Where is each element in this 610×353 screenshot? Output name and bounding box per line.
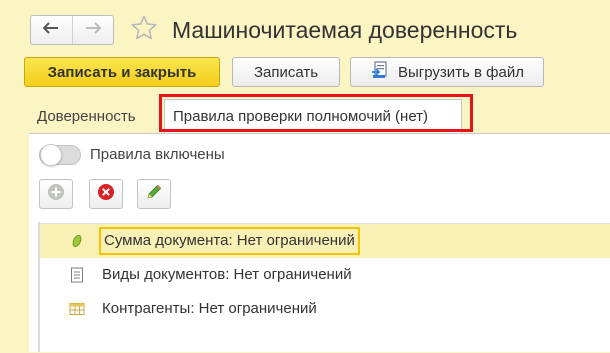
- rules-enabled-toggle[interactable]: [39, 144, 81, 166]
- list-item-label: Виды документов: Нет ограничений: [102, 266, 352, 283]
- navigation-buttons: [30, 15, 114, 45]
- export-to-file-button[interactable]: Выгрузить в файл: [350, 57, 544, 87]
- list-scroll-indicator: [38, 222, 40, 352]
- list-item[interactable]: Сумма документа: Нет ограничений: [39, 224, 610, 258]
- delete-rule-button[interactable]: [89, 179, 123, 209]
- list-item-label: Контрагенты: Нет ограничений: [102, 300, 317, 317]
- edit-rule-button[interactable]: [137, 179, 171, 209]
- save-and-close-button[interactable]: Записать и закрыть: [24, 57, 220, 87]
- coin-icon: [69, 233, 85, 249]
- rules-enabled-label: Правила включены: [90, 146, 225, 163]
- export-button-label: Выгрузить в файл: [398, 63, 524, 81]
- back-button[interactable]: [31, 16, 72, 44]
- star-icon: [130, 14, 158, 47]
- favorite-button[interactable]: [128, 14, 160, 46]
- forward-button[interactable]: [71, 16, 113, 44]
- arrow-right-icon: [85, 21, 102, 39]
- delete-icon: [97, 183, 115, 206]
- plus-circle-icon: [47, 183, 65, 206]
- save-button[interactable]: Записать: [232, 57, 340, 87]
- document-icon: [69, 267, 85, 283]
- table-icon: [69, 301, 85, 317]
- export-file-icon: [370, 60, 390, 84]
- toggle-knob: [40, 144, 62, 166]
- list-item-label: Сумма документа: Нет ограничений: [99, 227, 360, 255]
- arrow-left-icon: [42, 21, 59, 39]
- list-item[interactable]: Контрагенты: Нет ограничений: [39, 292, 610, 326]
- pencil-icon: [145, 183, 163, 206]
- tab-power-of-attorney[interactable]: Доверенность: [29, 99, 155, 133]
- list-item[interactable]: Виды документов: Нет ограничений: [39, 258, 610, 292]
- app-window: Машиночитаемая доверенность Записать и з…: [0, 0, 610, 352]
- rules-list: Сумма документа: Нет ограничений Виды до…: [39, 223, 610, 353]
- rules-panel: Правила включены Сумма документа: Нет ог…: [29, 134, 610, 352]
- tab-authority-check-rules[interactable]: Правила проверки полномочий (нет): [164, 99, 462, 133]
- page-title: Машиночитаемая доверенность: [172, 17, 518, 43]
- add-rule-button[interactable]: [39, 179, 73, 209]
